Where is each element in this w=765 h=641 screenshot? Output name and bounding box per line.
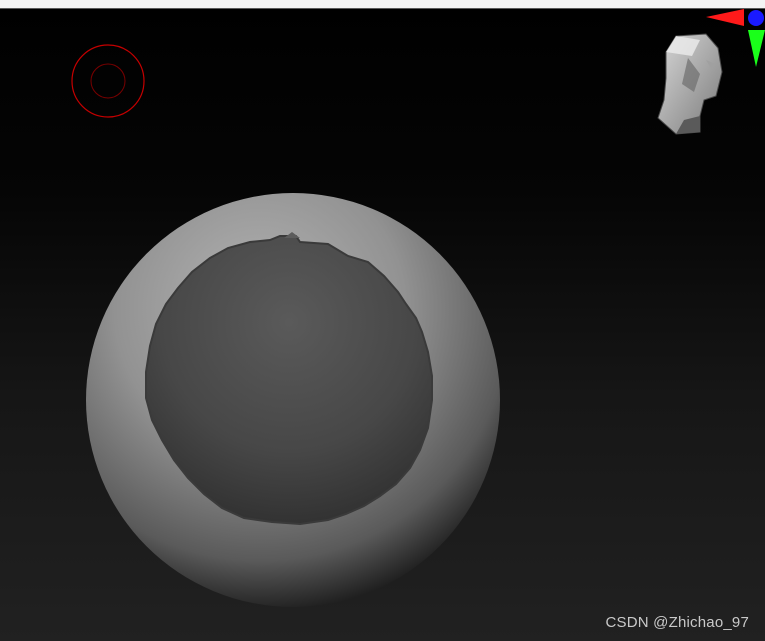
zbrush-viewport[interactable]: CSDN @Zhichao_97 — [0, 0, 765, 641]
canvas-scene[interactable] — [0, 0, 765, 641]
z-axis-dot-icon — [748, 10, 764, 26]
sphere-mesh[interactable] — [86, 193, 500, 607]
brush-cursor-icon — [71, 44, 145, 118]
watermark-text: CSDN @Zhichao_97 — [605, 614, 749, 631]
x-axis-arrow-icon — [706, 9, 744, 26]
head-icon[interactable] — [657, 33, 723, 135]
y-axis-arrow-icon — [748, 30, 765, 67]
